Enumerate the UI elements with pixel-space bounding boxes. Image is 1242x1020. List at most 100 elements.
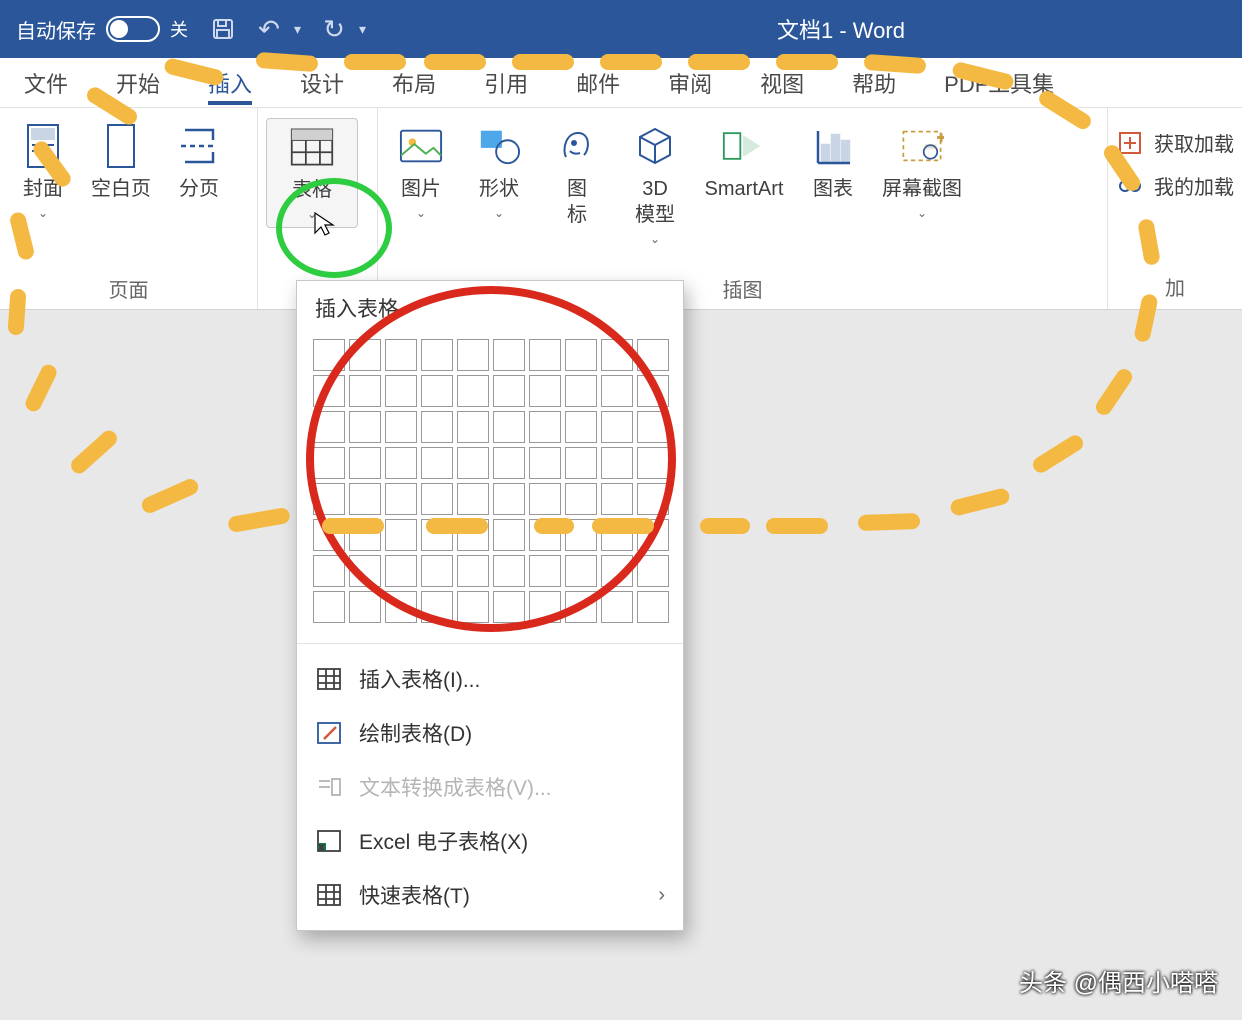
tab-references[interactable]: 引用 bbox=[460, 58, 552, 107]
tab-file[interactable]: 文件 bbox=[0, 58, 92, 107]
shapes-button[interactable]: 形状 ⌄ bbox=[464, 118, 534, 226]
grid-cell[interactable] bbox=[457, 483, 489, 515]
grid-cell[interactable] bbox=[421, 555, 453, 587]
grid-cell[interactable] bbox=[529, 591, 561, 623]
grid-cell[interactable] bbox=[493, 447, 525, 479]
grid-cell[interactable] bbox=[565, 375, 597, 407]
grid-cell[interactable] bbox=[313, 483, 345, 515]
grid-cell[interactable] bbox=[421, 447, 453, 479]
table-grid-selector[interactable] bbox=[297, 329, 683, 643]
grid-cell[interactable] bbox=[385, 411, 417, 443]
grid-cell[interactable] bbox=[349, 483, 381, 515]
grid-cell[interactable] bbox=[529, 411, 561, 443]
tab-help[interactable]: 帮助 bbox=[828, 58, 920, 107]
redo-icon[interactable]: ↻ bbox=[321, 16, 347, 42]
grid-cell[interactable] bbox=[637, 555, 669, 587]
tab-insert[interactable]: 插入 bbox=[184, 58, 276, 107]
grid-cell[interactable] bbox=[457, 447, 489, 479]
grid-cell[interactable] bbox=[493, 519, 525, 551]
grid-cell[interactable] bbox=[493, 375, 525, 407]
tab-pdftools[interactable]: PDF工具集 bbox=[920, 58, 1078, 107]
grid-cell[interactable] bbox=[493, 411, 525, 443]
grid-cell[interactable] bbox=[637, 519, 669, 551]
tab-design[interactable]: 设计 bbox=[276, 58, 368, 107]
grid-cell[interactable] bbox=[565, 339, 597, 371]
screenshot-button[interactable]: + 屏幕截图 ⌄ bbox=[876, 118, 968, 226]
redo-dropdown-icon[interactable]: ▾ bbox=[359, 21, 366, 38]
tab-home[interactable]: 开始 bbox=[92, 58, 184, 107]
table-button[interactable]: 表格 ⌄ bbox=[266, 118, 358, 228]
picture-button[interactable]: 图片 ⌄ bbox=[386, 118, 456, 226]
grid-cell[interactable] bbox=[421, 519, 453, 551]
grid-cell[interactable] bbox=[313, 591, 345, 623]
grid-cell[interactable] bbox=[493, 483, 525, 515]
grid-cell[interactable] bbox=[349, 339, 381, 371]
grid-cell[interactable] bbox=[457, 555, 489, 587]
grid-cell[interactable] bbox=[529, 375, 561, 407]
grid-cell[interactable] bbox=[421, 375, 453, 407]
grid-cell[interactable] bbox=[565, 591, 597, 623]
grid-cell[interactable] bbox=[457, 411, 489, 443]
menu-excel-sheet[interactable]: X Excel 电子表格(X) bbox=[297, 814, 683, 868]
grid-cell[interactable] bbox=[349, 555, 381, 587]
grid-cell[interactable] bbox=[457, 519, 489, 551]
grid-cell[interactable] bbox=[385, 591, 417, 623]
grid-cell[interactable] bbox=[529, 339, 561, 371]
grid-cell[interactable] bbox=[349, 411, 381, 443]
cover-page-button[interactable]: 封面 ⌄ bbox=[8, 118, 78, 226]
grid-cell[interactable] bbox=[601, 339, 633, 371]
grid-cell[interactable] bbox=[457, 339, 489, 371]
grid-cell[interactable] bbox=[313, 375, 345, 407]
grid-cell[interactable] bbox=[349, 447, 381, 479]
grid-cell[interactable] bbox=[385, 447, 417, 479]
tab-view[interactable]: 视图 bbox=[736, 58, 828, 107]
grid-cell[interactable] bbox=[601, 555, 633, 587]
grid-cell[interactable] bbox=[493, 591, 525, 623]
addins-get-button[interactable]: 获取加载 bbox=[1116, 128, 1234, 157]
grid-cell[interactable] bbox=[421, 411, 453, 443]
grid-cell[interactable] bbox=[529, 519, 561, 551]
grid-cell[interactable] bbox=[637, 339, 669, 371]
grid-cell[interactable] bbox=[601, 519, 633, 551]
grid-cell[interactable] bbox=[601, 483, 633, 515]
undo-dropdown-icon[interactable]: ▾ bbox=[294, 21, 301, 38]
grid-cell[interactable] bbox=[385, 483, 417, 515]
grid-cell[interactable] bbox=[565, 519, 597, 551]
grid-cell[interactable] bbox=[637, 483, 669, 515]
grid-cell[interactable] bbox=[529, 483, 561, 515]
chart-button[interactable]: 图表 bbox=[798, 118, 868, 208]
grid-cell[interactable] bbox=[385, 555, 417, 587]
grid-cell[interactable] bbox=[385, 339, 417, 371]
grid-cell[interactable] bbox=[493, 339, 525, 371]
icons-button[interactable]: 图 标 bbox=[542, 118, 612, 234]
grid-cell[interactable] bbox=[637, 591, 669, 623]
page-break-button[interactable]: 分页 bbox=[164, 118, 234, 208]
grid-cell[interactable] bbox=[313, 339, 345, 371]
grid-cell[interactable] bbox=[313, 555, 345, 587]
tab-mail[interactable]: 邮件 bbox=[552, 58, 644, 107]
grid-cell[interactable] bbox=[601, 375, 633, 407]
addins-my-button[interactable]: 我的加载 bbox=[1116, 171, 1234, 200]
tab-layout[interactable]: 布局 bbox=[368, 58, 460, 107]
grid-cell[interactable] bbox=[313, 411, 345, 443]
menu-draw-table[interactable]: 绘制表格(D) bbox=[297, 706, 683, 760]
grid-cell[interactable] bbox=[385, 519, 417, 551]
grid-cell[interactable] bbox=[565, 411, 597, 443]
tab-review[interactable]: 审阅 bbox=[644, 58, 736, 107]
grid-cell[interactable] bbox=[601, 447, 633, 479]
blank-page-button[interactable]: 空白页 bbox=[86, 118, 156, 208]
grid-cell[interactable] bbox=[529, 447, 561, 479]
grid-cell[interactable] bbox=[601, 411, 633, 443]
grid-cell[interactable] bbox=[457, 591, 489, 623]
save-icon[interactable] bbox=[210, 16, 236, 42]
grid-cell[interactable] bbox=[421, 591, 453, 623]
grid-cell[interactable] bbox=[349, 519, 381, 551]
menu-quick-tables[interactable]: 快速表格(T) › bbox=[297, 868, 683, 922]
grid-cell[interactable] bbox=[457, 375, 489, 407]
grid-cell[interactable] bbox=[529, 555, 561, 587]
grid-cell[interactable] bbox=[637, 411, 669, 443]
smartart-button[interactable]: SmartArt bbox=[698, 118, 790, 208]
grid-cell[interactable] bbox=[565, 555, 597, 587]
grid-cell[interactable] bbox=[385, 375, 417, 407]
grid-cell[interactable] bbox=[565, 483, 597, 515]
